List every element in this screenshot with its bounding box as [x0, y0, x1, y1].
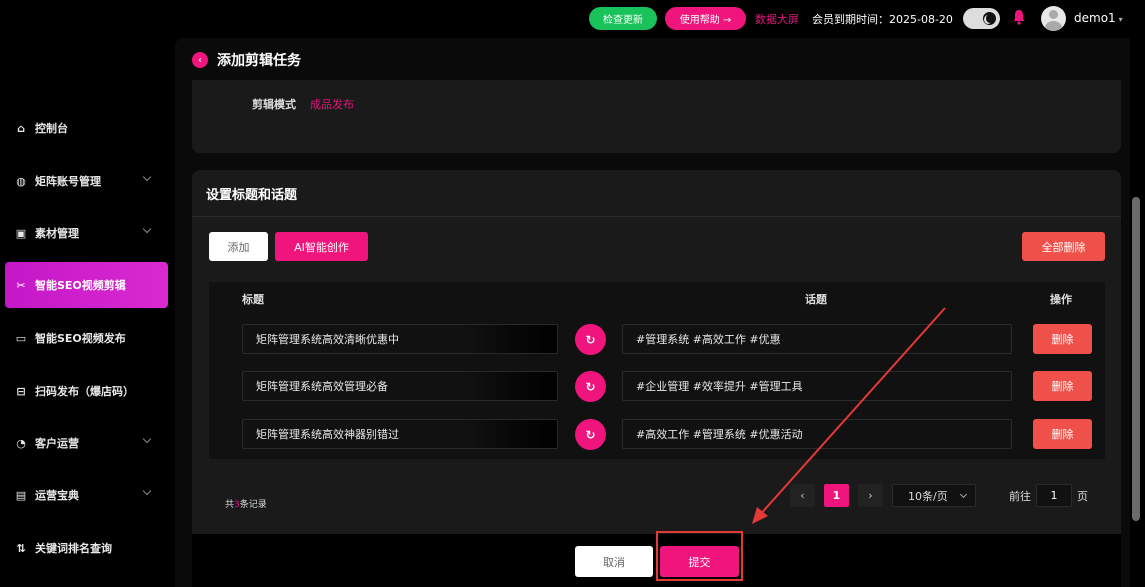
chevron-down-icon: ▾ — [1118, 15, 1123, 24]
sidebar-item-label: 矩阵账号管理 — [35, 175, 101, 188]
edit-mode-value: 成品发布 — [310, 98, 354, 111]
page-header: ‹ 添加剪辑任务 — [192, 48, 301, 72]
topic-input[interactable]: #管理系统 #高效工作 #优惠 — [622, 324, 1012, 354]
user-menu[interactable]: demo1 ▾ — [1074, 11, 1123, 25]
sidebar-item-label: 关键词排名查询 — [35, 542, 112, 555]
sidebar-item-keyword-rank[interactable]: ⇅ 关键词排名查询 — [5, 525, 168, 571]
topic-input[interactable]: #高效工作 #管理系统 #优惠活动 — [622, 419, 1012, 449]
top-bar: 检查更新 使用帮助 → 数据大屏 会员到期时间：2025-08-20 demo1… — [0, 0, 1145, 38]
header-topic: 话题 — [805, 293, 827, 306]
refresh-icon[interactable]: ↻ — [575, 419, 606, 450]
sidebar-item-scan-publish[interactable]: ⊟ 扫码发布（爆店码） — [5, 368, 168, 414]
divider — [192, 216, 1121, 217]
cancel-button[interactable]: 取消 — [575, 546, 653, 577]
scissors-icon: ✂ — [16, 278, 26, 292]
next-page-button[interactable]: › — [858, 484, 883, 507]
member-expire-text: 会员到期时间：2025-08-20 — [812, 13, 953, 26]
video-icon: ▭ — [15, 331, 27, 345]
avatar[interactable] — [1041, 6, 1066, 31]
help-button[interactable]: 使用帮助 → — [665, 7, 746, 30]
moon-icon — [981, 10, 998, 27]
dashboard-link[interactable]: 数据大屏 — [755, 11, 799, 27]
check-update-button[interactable]: 检查更新 — [589, 7, 657, 30]
book-icon: ▤ — [15, 488, 27, 502]
chart-icon: ◔ — [16, 436, 26, 450]
chevron-down-icon — [142, 486, 152, 496]
goto-page-input[interactable] — [1036, 484, 1072, 507]
sidebar-item-seo-video-edit[interactable]: ✂ 智能SEO视频剪辑 — [5, 262, 168, 308]
sidebar-item-materials[interactable]: ▣ 素材管理 — [5, 210, 168, 256]
title-input[interactable]: 矩阵管理系统高效管理必备 — [242, 371, 558, 401]
sidebar-item-matrix-accounts[interactable]: ◍ 矩阵账号管理 — [5, 158, 168, 204]
qrcode-icon: ⊟ — [16, 384, 26, 398]
sidebar-item-label: 控制台 — [35, 122, 68, 135]
mode-card — [192, 80, 1121, 153]
section-title: 设置标题和话题 — [206, 188, 298, 203]
palette-icon: ◍ — [16, 174, 26, 188]
chevron-down-icon — [142, 434, 152, 444]
topic-input[interactable]: #企业管理 #效率提升 #管理工具 — [622, 371, 1012, 401]
theme-toggle[interactable] — [963, 8, 1000, 29]
sidebar-item-label: 智能SEO视频剪辑 — [35, 279, 126, 292]
total-records: 共3条记录 — [225, 497, 267, 510]
sidebar-item-label: 扫码发布（爆店码） — [35, 385, 134, 398]
bell-icon[interactable] — [1012, 9, 1026, 25]
total-prefix: 共 — [225, 500, 235, 510]
goto-unit: 页 — [1077, 490, 1088, 503]
chevron-down-icon — [142, 224, 152, 234]
sidebar-item-label: 运营宝典 — [35, 489, 79, 502]
sidebar-item-customer-ops[interactable]: ◔ 客户运营 — [5, 420, 168, 466]
goto-label: 前往 — [1009, 490, 1031, 503]
delete-all-button[interactable]: 全部删除 — [1022, 232, 1105, 261]
sidebar-item-label: 客户运营 — [35, 437, 79, 450]
sidebar-item-dashboard[interactable]: ⌂ 控制台 — [5, 105, 168, 151]
refresh-icon[interactable]: ↻ — [575, 371, 606, 402]
edit-mode-label: 剪辑模式 — [252, 98, 296, 111]
sort-icon: ⇅ — [16, 541, 26, 555]
page-number-current[interactable]: 1 — [824, 484, 849, 507]
username-label: demo1 — [1074, 11, 1116, 25]
sidebar-item-ops-guide[interactable]: ▤ 运营宝典 — [5, 472, 168, 518]
sidebar-item-label: 素材管理 — [35, 227, 79, 240]
header-title: 标题 — [242, 293, 264, 306]
sidebar-item-label: 智能SEO视频发布 — [35, 332, 126, 345]
delete-row-button[interactable]: 删除 — [1033, 371, 1092, 401]
sidebar-item-seo-video-publish[interactable]: ▭ 智能SEO视频发布 — [5, 315, 168, 361]
home-icon: ⌂ — [17, 121, 25, 135]
back-icon[interactable]: ‹ — [192, 52, 208, 68]
prev-page-button[interactable]: ‹ — [790, 484, 815, 507]
delete-row-button[interactable]: 删除 — [1033, 324, 1092, 354]
page-size-value: 10条/页 — [908, 489, 948, 503]
refresh-icon[interactable]: ↻ — [575, 324, 606, 355]
scrollbar[interactable] — [1132, 197, 1140, 521]
ai-create-button[interactable]: AI智能创作 — [275, 232, 368, 261]
add-button[interactable]: 添加 — [209, 232, 268, 261]
title-input[interactable]: 矩阵管理系统高效清晰优惠中 — [242, 324, 558, 354]
header-action: 操作 — [1050, 293, 1072, 306]
title-input[interactable]: 矩阵管理系统高效神器别错过 — [242, 419, 558, 449]
page-size-select[interactable]: 10条/页 — [892, 484, 976, 507]
folder-icon: ▣ — [15, 226, 27, 240]
delete-row-button[interactable]: 删除 — [1033, 419, 1092, 449]
page-title: 添加剪辑任务 — [217, 53, 301, 69]
submit-button[interactable]: 提交 — [660, 546, 739, 577]
chevron-down-icon — [142, 172, 152, 182]
total-suffix: 条记录 — [239, 500, 267, 510]
chevron-down-icon — [959, 490, 968, 499]
